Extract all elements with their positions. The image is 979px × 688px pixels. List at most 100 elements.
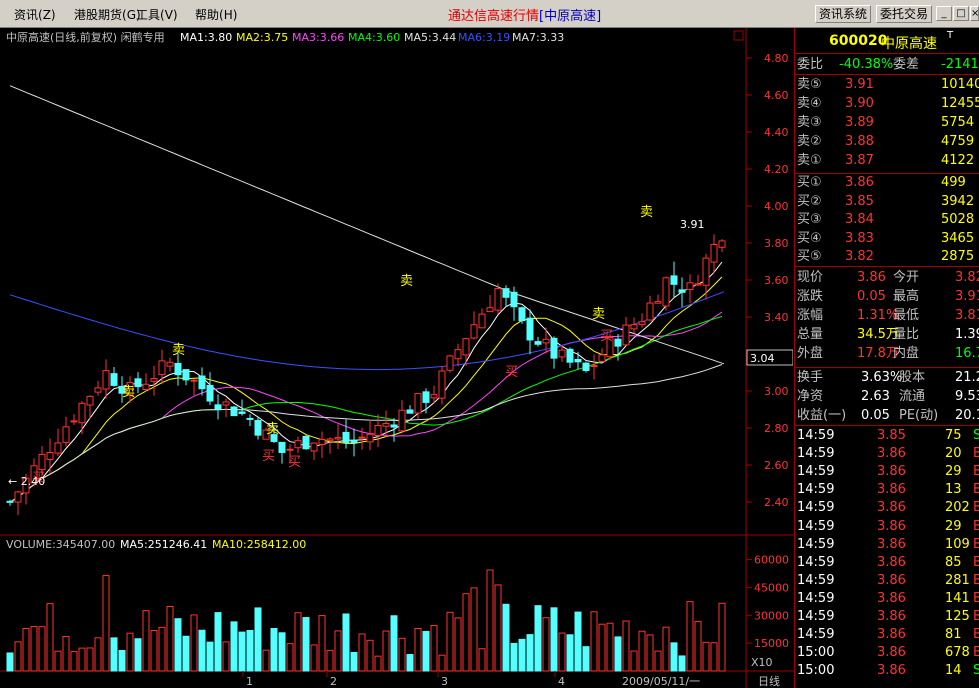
candle-body	[142, 383, 150, 391]
candle-body	[494, 288, 502, 311]
sell-level-row: 卖③ 3.89 5754	[797, 115, 975, 130]
candle-body	[550, 337, 558, 359]
ma4-label: MA4:3.60	[348, 31, 400, 44]
maximize-icon[interactable]: □	[953, 6, 969, 21]
quote-panel: 600020 中原高速 T 委比 -40.38% 委差 -21415 卖⑤3.9…	[794, 28, 979, 688]
tick-row: 14:593.8629B	[797, 518, 979, 534]
tick-row: 14:593.8681B	[797, 627, 979, 643]
minimize-icon[interactable]: _	[936, 6, 952, 21]
tick-row: 14:593.86202B	[797, 500, 979, 516]
trade-button[interactable]: 委托交易	[876, 5, 933, 23]
sell-signal: 卖	[122, 385, 135, 400]
candle-body	[286, 448, 294, 451]
vol-tick-label: 60000	[754, 554, 789, 567]
volume-bar	[262, 649, 270, 672]
candle-body	[622, 324, 630, 346]
candle-body	[718, 240, 726, 248]
y-tick-label: 3.80	[764, 237, 789, 250]
volume-bar	[182, 635, 190, 672]
volume-bar	[382, 630, 390, 672]
volume-bar	[694, 620, 702, 672]
candle-body	[174, 362, 182, 376]
candle-body	[134, 378, 142, 388]
volume-bar	[198, 629, 206, 672]
volume-bar	[454, 617, 462, 672]
menu-info[interactable]: 资讯(Z)	[14, 6, 56, 23]
candle-body	[318, 438, 326, 445]
candle-body	[238, 411, 246, 414]
t-flag-icon: T	[947, 30, 954, 41]
xaxis-date-label: 2009/05/11/一	[622, 675, 700, 688]
menu-help[interactable]: 帮助(H)	[195, 6, 237, 23]
period-label[interactable]: 日线	[758, 674, 780, 688]
y-tick-label: 4.00	[764, 200, 789, 213]
candle-body	[6, 500, 14, 503]
volume-bar	[446, 611, 454, 672]
candle-body	[366, 433, 374, 443]
candle-body	[358, 436, 366, 439]
candle-body	[54, 442, 62, 454]
volume-bar	[150, 630, 158, 672]
menu-tools[interactable]: 工具(V)	[136, 6, 178, 23]
volume-bar	[662, 626, 670, 672]
volume-bar	[606, 622, 614, 672]
ma7-label: MA7:3.33	[512, 31, 564, 44]
candle-body	[254, 419, 262, 436]
volume-bar	[14, 641, 22, 672]
tick-row: 14:593.8685B	[797, 554, 979, 570]
volume-bar	[502, 603, 510, 672]
volume-bar	[718, 602, 726, 672]
volume-bar	[366, 639, 374, 672]
candle-body	[278, 441, 286, 453]
volume-bar	[510, 642, 518, 672]
candle-body	[382, 423, 390, 427]
volume-bar	[702, 641, 710, 672]
candle-body	[542, 338, 550, 344]
volume-bar	[374, 655, 382, 672]
info-system-button[interactable]: 资讯系统	[815, 5, 872, 23]
y-tick-label: 4.80	[764, 52, 789, 65]
vol-tick-label: 45000	[754, 581, 789, 594]
volume-bar	[118, 649, 126, 672]
candle-body	[414, 393, 422, 414]
candle-body	[478, 313, 486, 329]
buy-level-row: 买④ 3.83 3465	[797, 230, 975, 246]
volume-bar	[478, 648, 486, 672]
candle-body	[398, 409, 406, 432]
candle-body	[102, 370, 110, 390]
candle-body	[654, 301, 662, 304]
candle-body	[222, 401, 230, 406]
menu-hk-futures[interactable]: 港股期货(G)	[74, 6, 141, 23]
volume-bar	[246, 629, 254, 672]
volume-bar	[622, 620, 630, 672]
y-tick-label: 2.80	[764, 422, 789, 435]
candle-body	[518, 307, 526, 322]
volume-bar	[494, 584, 502, 672]
volume-bar	[166, 606, 174, 672]
volume-bar	[318, 615, 326, 672]
candle-body	[422, 391, 430, 403]
volume-scale-label: X10	[751, 656, 773, 669]
volume-bar	[390, 615, 398, 672]
volume-bar	[470, 587, 478, 672]
candle-body	[78, 402, 86, 424]
buy-signal: 买	[288, 455, 301, 470]
stock-chart[interactable]: 卖卖卖卖卖卖买买 买买买 中原高速(日线,前复权) 闲鹤专用 MA1:3.80 M…	[0, 28, 793, 688]
candle-body	[190, 379, 198, 382]
close-icon[interactable]: ×	[970, 6, 979, 21]
volume-bar	[566, 634, 574, 672]
candle-body	[70, 420, 78, 423]
volume-bar	[534, 605, 542, 672]
volume-bar	[438, 654, 446, 672]
volume-bar	[294, 612, 302, 672]
candle-body	[526, 317, 534, 341]
candle-body	[406, 409, 414, 414]
candle-body	[454, 349, 462, 360]
volume-bar	[414, 627, 422, 672]
sell-level-row: 卖② 3.88 4759	[797, 134, 975, 149]
buy-signal: 买	[505, 365, 518, 380]
volume-bar	[334, 630, 342, 672]
volume-bar	[542, 617, 550, 672]
volume-bar	[70, 651, 78, 672]
volume-bar	[270, 627, 278, 672]
